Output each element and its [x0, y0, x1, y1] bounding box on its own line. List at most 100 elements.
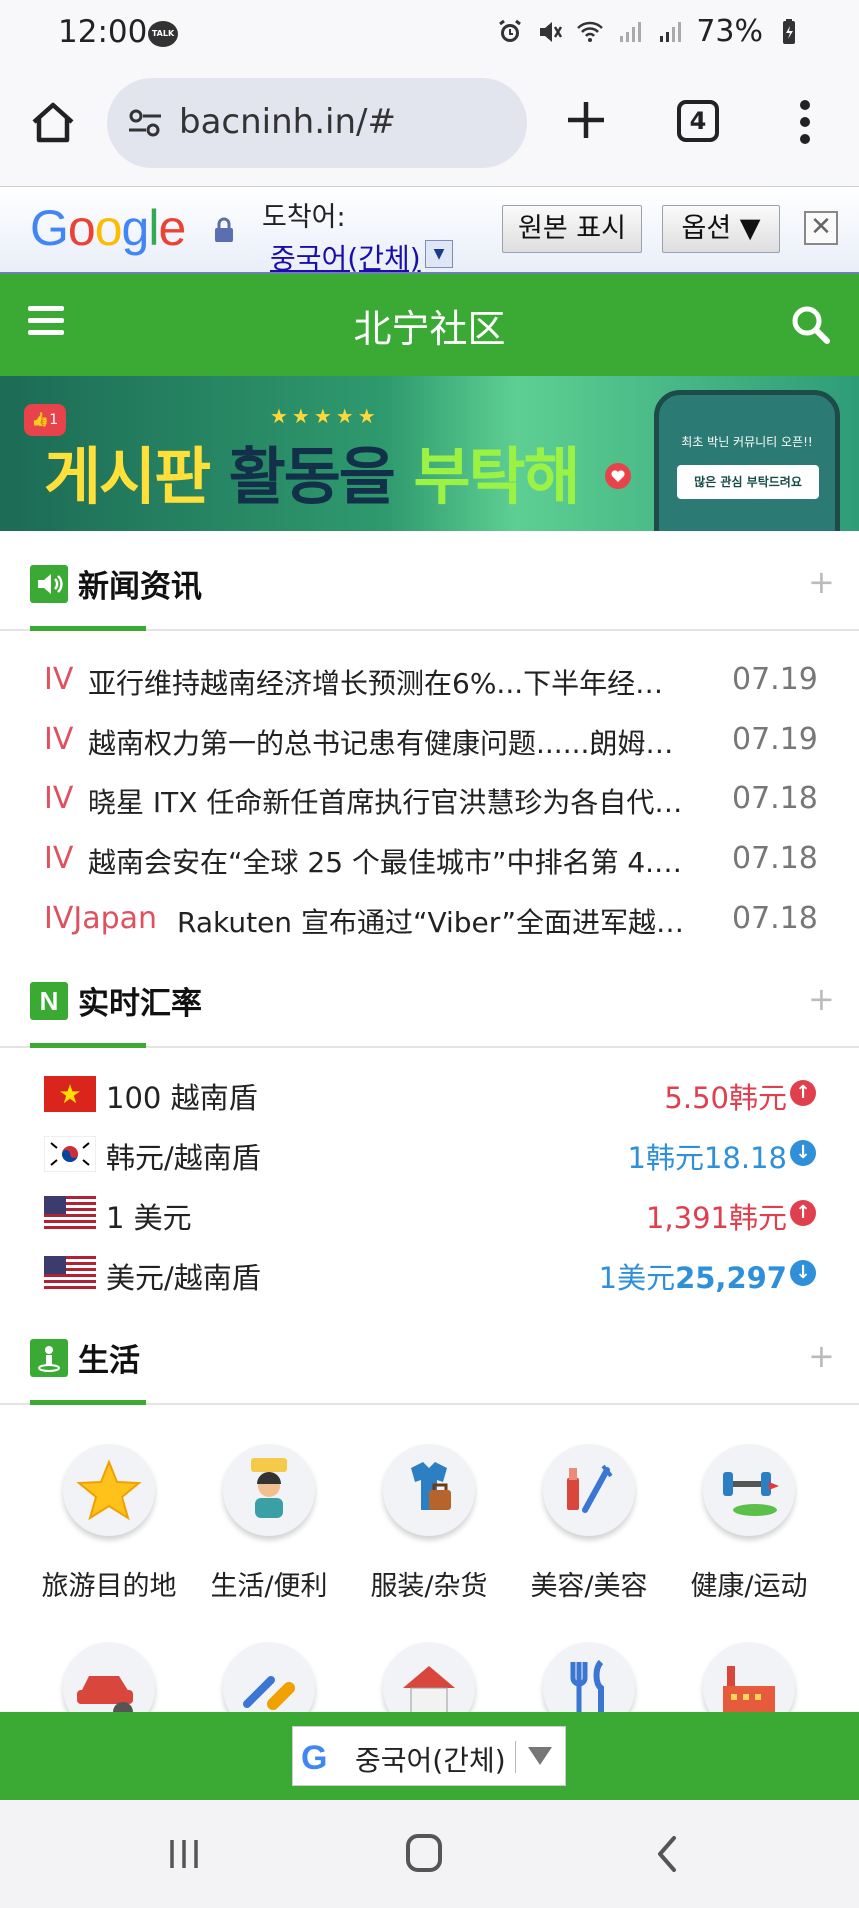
dumbbell-icon[interactable]	[703, 1444, 795, 1536]
rate-row[interactable]: 100 越南盾 5.50韩元 ↑	[0, 1066, 859, 1126]
news-more-plus-icon[interactable]: +	[808, 563, 835, 601]
korea-flag-icon	[44, 1136, 96, 1172]
life-section-title: 生活	[78, 1343, 140, 1379]
language-dropdown-icon[interactable]: ▼	[425, 240, 453, 268]
rate-row[interactable]: 美元/越南盾 1美元25,297 ↓	[0, 1246, 859, 1306]
news-tag: IVJapan	[44, 901, 158, 936]
naver-n-icon: N	[30, 982, 68, 1020]
more-menu-icon[interactable]	[796, 100, 814, 148]
news-title[interactable]: 亚行维持越南经济增长预测在6%...下半年经…	[88, 662, 700, 702]
url-text[interactable]: bacninh.in/#	[179, 102, 396, 142]
life-category-label: 美容/美容	[530, 1571, 648, 1602]
rate-row[interactable]: 1 美元 1,391韩元 ↑	[0, 1186, 859, 1246]
home-icon[interactable]	[28, 98, 78, 148]
lock-icon	[215, 217, 233, 242]
life-category-label: 生活/便利	[210, 1571, 328, 1602]
life-category-label: 服装/杂货	[370, 1571, 488, 1602]
life-section-header: 生活 +	[0, 1305, 859, 1405]
news-item[interactable]: IV 越南权力第一的总书记患有健康问题......朗姆… 07.19	[0, 710, 859, 770]
site-header: 北宁社区	[0, 274, 859, 376]
rate-label: 100 越南盾	[106, 1081, 258, 1115]
signal-icon-1	[620, 21, 642, 42]
up-arrow-icon: ↑	[790, 1200, 816, 1226]
news-item[interactable]: IV 晓星 ITX 任命新任首席执行官洪慧珍为各自代… 07.18	[0, 769, 859, 829]
rates-more-plus-icon[interactable]: +	[808, 980, 835, 1018]
news-title[interactable]: Rakuten 宣布通过“Viber”全面进军越…	[177, 901, 707, 941]
options-button[interactable]: 옵션 ▼	[662, 205, 780, 253]
life-category-label: 旅游目的地	[41, 1571, 177, 1602]
translate-language-link[interactable]: 중국어(간체)	[270, 237, 421, 277]
battery-icon	[783, 18, 795, 44]
life-category-item[interactable]: 服装/杂货	[349, 1444, 509, 1603]
banner-text-part2: 활동을	[228, 440, 414, 513]
life-category-item[interactable]: 美容/美容	[509, 1444, 669, 1603]
close-translate-icon[interactable]: ✕	[804, 211, 838, 245]
life-category-item[interactable]: 健康/运动	[669, 1444, 829, 1603]
status-icons: 73%	[496, 14, 803, 49]
rate-value-prefix: 1美元	[598, 1261, 676, 1295]
dropdown-arrow-icon[interactable]	[525, 1741, 555, 1771]
down-arrow-icon: ↓	[790, 1140, 816, 1166]
google-logo: Google	[30, 200, 186, 256]
news-title[interactable]: 越南权力第一的总书记患有健康问题......朗姆…	[88, 722, 700, 762]
news-section-header: 新闻资讯 +	[0, 531, 859, 631]
status-time: 12:00	[58, 14, 148, 50]
life-category-item[interactable]: 旅游目的地	[29, 1444, 189, 1603]
news-tag: IV	[44, 781, 74, 816]
site-title[interactable]: 北宁社区	[0, 298, 859, 353]
star-icon[interactable]	[63, 1444, 155, 1536]
show-original-button[interactable]: 원본 표시	[502, 205, 642, 253]
search-icon[interactable]	[790, 304, 830, 344]
down-arrow-icon: ↓	[790, 1260, 816, 1286]
news-date: 07.18	[732, 901, 818, 936]
banner-text-part3: 부탁해	[413, 440, 580, 513]
news-date: 07.18	[732, 781, 818, 816]
translate-to-label: 도착어:	[262, 202, 346, 233]
alarm-icon	[499, 19, 522, 42]
section-underline	[30, 626, 146, 631]
life-more-plus-icon[interactable]: +	[808, 1337, 835, 1375]
tab-switcher-button[interactable]: 4	[677, 100, 719, 142]
news-item[interactable]: IV 亚行维持越南经济增长预测在6%...下半年经… 07.19	[0, 650, 859, 710]
address-bar[interactable]: bacninh.in/#	[107, 78, 527, 168]
site-settings-icon[interactable]	[127, 108, 163, 138]
life-category-item[interactable]: 生活/便利	[189, 1444, 349, 1603]
selected-language[interactable]: 중국어(간체)	[355, 1739, 506, 1779]
person-icon[interactable]	[223, 1444, 315, 1536]
promo-banner[interactable]: 👍1 ★★★★★ 게시판 활동을 부탁해 최초 박닌 커뮤니티 오픈!! 많은 …	[0, 376, 859, 531]
battery-percent: 73%	[696, 14, 763, 49]
news-tag: IV	[44, 722, 74, 757]
new-tab-plus-icon[interactable]	[562, 96, 610, 144]
banner-stars: ★★★★★	[270, 404, 380, 428]
person-location-icon	[30, 1339, 68, 1377]
news-tag: IV	[44, 841, 74, 876]
rate-value: 5.50韩元	[664, 1081, 787, 1115]
news-title[interactable]: 晓星 ITX 任命新任首席执行官洪慧珍为各自代…	[88, 781, 718, 821]
rate-row[interactable]: 韩元/越南盾 1韩元18.18 ↓	[0, 1126, 859, 1186]
rate-value: 1,391韩元	[645, 1201, 787, 1235]
phone-text: 최초 박닌 커뮤니티 오픈!!	[681, 435, 813, 449]
beauty-icon[interactable]	[543, 1444, 635, 1536]
back-icon[interactable]	[652, 1834, 682, 1874]
clothes-icon[interactable]	[383, 1444, 475, 1536]
news-item[interactable]: IV 越南会安在“全球 25 个最佳城市”中排名第 4.… 07.18	[0, 829, 859, 889]
home-nav-icon[interactable]	[406, 1834, 442, 1872]
usa-flag-icon	[44, 1196, 96, 1232]
rate-label: 美元/越南盾	[106, 1261, 261, 1295]
recent-apps-icon[interactable]	[166, 1836, 202, 1872]
bottom-translate-bar: G 중국어(간체)	[0, 1712, 859, 1800]
news-date: 07.18	[732, 841, 818, 876]
google-translate-bar: Google 도착어: 중국어(간체) ▼ 원본 표시 옵션 ▼ ✕	[0, 186, 859, 277]
system-navigation-bar	[0, 1800, 859, 1908]
rate-label: 1 美元	[106, 1201, 192, 1235]
phone-button-text: 많은 관심 부탁드려요	[677, 465, 819, 499]
news-title[interactable]: 越南会安在“全球 25 个最佳城市”中排名第 4.…	[88, 841, 708, 881]
banner-headline: 게시판 활동을 부탁해	[44, 426, 581, 516]
language-select[interactable]: G 중국어(간체)	[292, 1726, 566, 1786]
rates-section-header: N 实时汇率 +	[0, 948, 859, 1048]
up-arrow-icon: ↑	[790, 1080, 816, 1106]
rate-label: 韩元/越南盾	[106, 1141, 261, 1175]
wifi-icon	[577, 21, 604, 42]
section-underline	[30, 1400, 146, 1405]
news-item[interactable]: IVJapan Rakuten 宣布通过“Viber”全面进军越… 07.18	[0, 889, 859, 949]
